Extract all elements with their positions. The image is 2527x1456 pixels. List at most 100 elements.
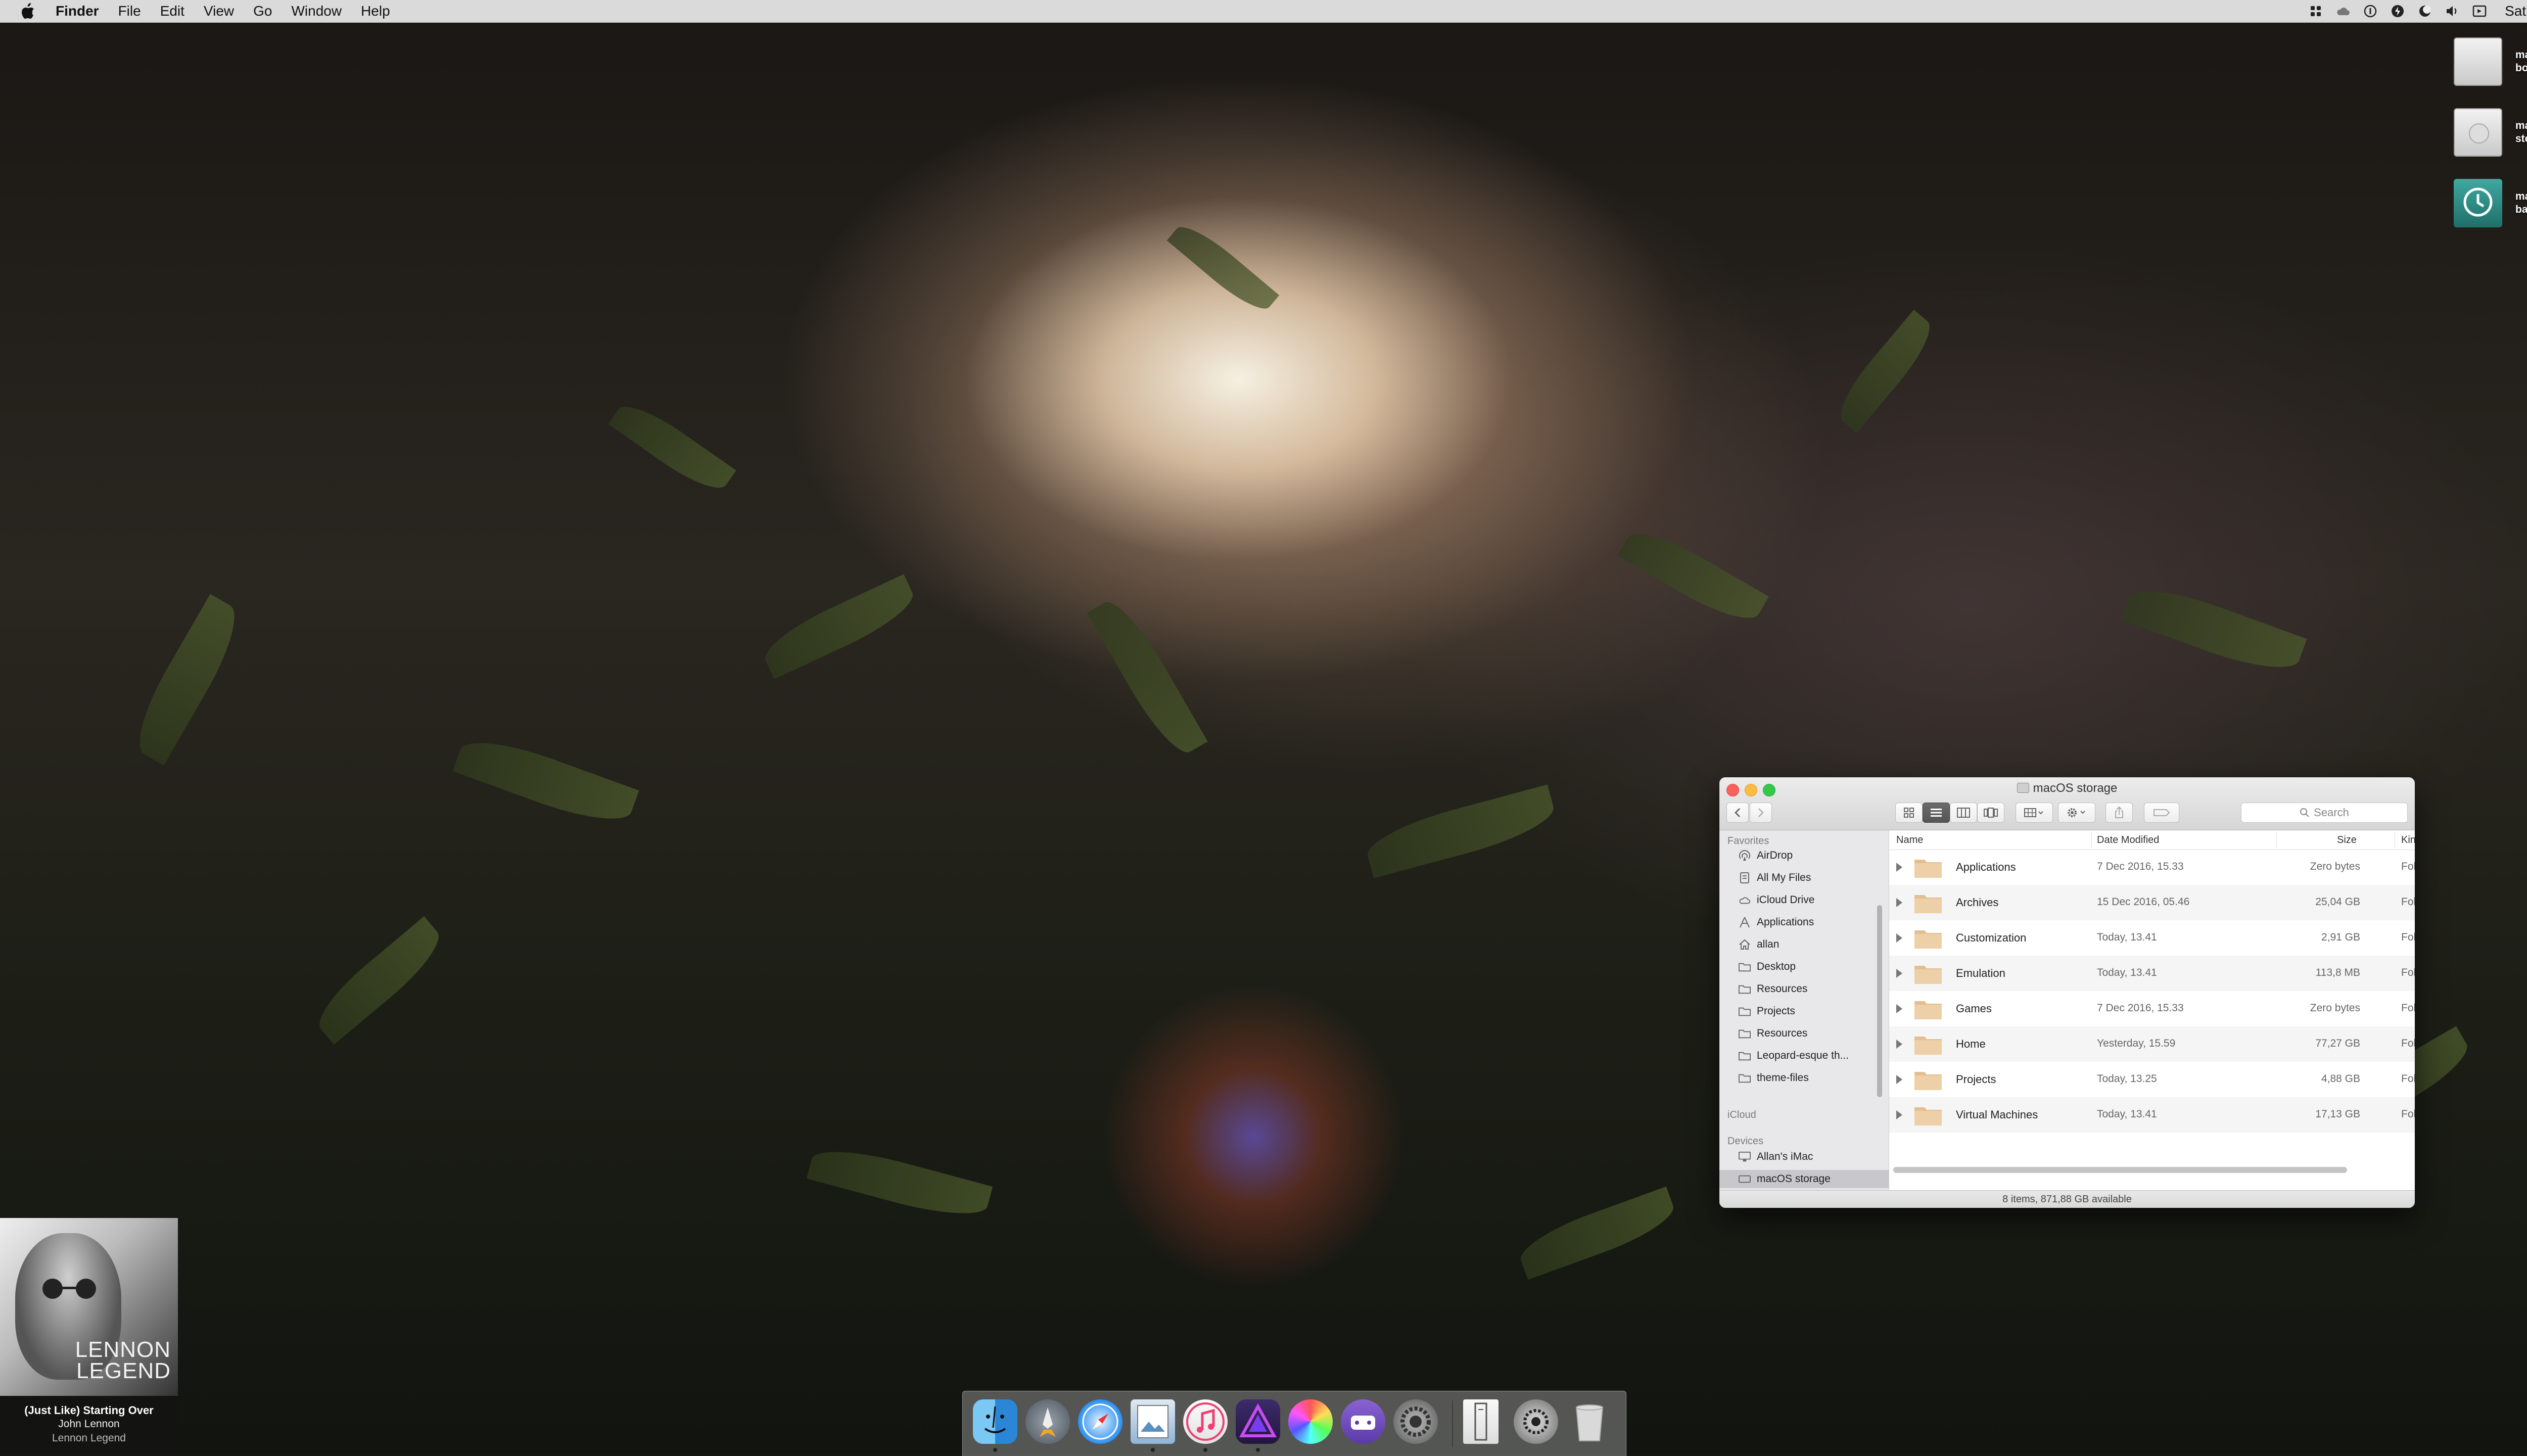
sidebar-item-applications[interactable]: Applications bbox=[1739, 913, 1880, 931]
apple-icon[interactable] bbox=[20, 3, 35, 20]
menu-view[interactable]: View bbox=[204, 3, 234, 19]
disclosure-triangle[interactable] bbox=[1896, 898, 1902, 907]
desktop-icon-macos-storage[interactable]: macOS storage bbox=[2454, 108, 2527, 157]
file-row-customization[interactable]: Customization Today, 13.41 2,91 GB Folde bbox=[1889, 920, 2415, 956]
file-row-projects[interactable]: Projects Today, 13.25 4,88 GB Folde bbox=[1889, 1062, 2415, 1097]
column-divider[interactable] bbox=[2091, 832, 2092, 848]
column-kind[interactable]: Kind bbox=[2401, 834, 2415, 846]
sidebar-item-resources[interactable]: Resources bbox=[1739, 980, 1880, 998]
volume-icon[interactable] bbox=[2445, 4, 2459, 18]
list-view-button[interactable] bbox=[1923, 803, 1950, 823]
file-list: Name Date Modified Size Kind Application… bbox=[1889, 830, 2415, 1190]
coverflow-view-button[interactable] bbox=[1977, 803, 2004, 823]
color-picker-icon[interactable] bbox=[1288, 1399, 1333, 1444]
sidebar-item-desktop[interactable]: Desktop bbox=[1739, 958, 1880, 976]
sidebar-item-airdrop[interactable]: AirDrop bbox=[1739, 847, 1880, 865]
preview-icon[interactable] bbox=[1131, 1399, 1175, 1444]
bolt-icon[interactable] bbox=[2391, 4, 2405, 18]
sidebar-item-all-my-files[interactable]: All My Files bbox=[1739, 869, 1880, 887]
column-view-button[interactable] bbox=[1950, 803, 1977, 823]
sidebar-item-macos-storage[interactable]: macOS storage bbox=[1719, 1170, 1889, 1188]
disclosure-triangle[interactable] bbox=[1896, 1075, 1902, 1084]
list-view-icon bbox=[1931, 809, 1942, 817]
launchpad-icon[interactable] bbox=[1025, 1399, 1070, 1444]
sidebar-item-resources-2[interactable]: Resources bbox=[1739, 1024, 1880, 1043]
sidebar-item-label: Leopard-esque th... bbox=[1757, 1050, 1849, 1061]
share-button[interactable] bbox=[2105, 803, 2133, 823]
tags-button[interactable] bbox=[2144, 803, 2179, 823]
disclosure-triangle[interactable] bbox=[1896, 1004, 1902, 1013]
search-field[interactable]: Search bbox=[2241, 803, 2408, 823]
horizontal-scrollbar[interactable] bbox=[1893, 1167, 2347, 1173]
file-row-applications[interactable]: Applications 7 Dec 2016, 15.33 Zero byte… bbox=[1889, 850, 2415, 885]
sidebar-item-theme-files[interactable]: theme-files bbox=[1739, 1069, 1880, 1087]
column-divider[interactable] bbox=[2276, 832, 2277, 848]
applications-icon bbox=[1739, 916, 1751, 928]
sidebar-section-icloud[interactable]: iCloud bbox=[1727, 1109, 1756, 1121]
file-kind: Folde bbox=[2401, 1002, 2415, 1014]
column-size[interactable]: Size bbox=[2337, 834, 2357, 846]
sidebar-item-label: macOS storage bbox=[1757, 1173, 1831, 1185]
sidebar-item-projects[interactable]: Projects bbox=[1739, 1002, 1880, 1020]
game-icon[interactable] bbox=[1341, 1399, 1385, 1444]
menu-finder[interactable]: Finder bbox=[56, 3, 99, 19]
file-name: Applications bbox=[1956, 861, 2016, 873]
column-name[interactable]: Name bbox=[1896, 834, 1923, 846]
disclosure-triangle[interactable] bbox=[1896, 969, 1902, 978]
folder-icon bbox=[1914, 1072, 1942, 1090]
menu-help[interactable]: Help bbox=[361, 3, 390, 19]
cloud-icon[interactable] bbox=[2336, 4, 2350, 18]
sidebar-item-label: Desktop bbox=[1757, 961, 1796, 972]
folder-icon bbox=[1739, 1072, 1751, 1084]
action-button[interactable] bbox=[2058, 803, 2095, 823]
file-row-games[interactable]: Games 7 Dec 2016, 15.33 Zero bytes Folde bbox=[1889, 991, 2415, 1026]
disclosure-triangle[interactable] bbox=[1896, 933, 1902, 943]
utility-icon[interactable] bbox=[1514, 1399, 1558, 1444]
sidebar-item-allan[interactable]: allan bbox=[1739, 935, 1880, 954]
imac-icon bbox=[1739, 1151, 1751, 1163]
sidebar-scrollbar[interactable] bbox=[1877, 905, 1882, 1097]
file-row-virtual-machines[interactable]: Virtual Machines Today, 13.41 17,13 GB F… bbox=[1889, 1097, 2415, 1133]
system-preferences-icon[interactable] bbox=[1393, 1399, 1438, 1444]
sidebar-item-allans-imac[interactable]: Allan's iMac bbox=[1739, 1148, 1880, 1166]
safari-icon[interactable] bbox=[1078, 1399, 1122, 1444]
file-size: 2,91 GB bbox=[2321, 931, 2360, 943]
moon-icon[interactable] bbox=[2418, 4, 2432, 18]
forward-button[interactable] bbox=[1750, 803, 1772, 823]
finder-titlebar[interactable]: macOS storage Search bbox=[1719, 777, 2415, 830]
file-row-archives[interactable]: Archives 15 Dec 2016, 05.46 25,04 GB Fol… bbox=[1889, 885, 2415, 920]
affinity-photo-icon[interactable] bbox=[1236, 1399, 1280, 1444]
menu-file[interactable]: File bbox=[118, 3, 141, 19]
chevron-right-icon bbox=[1758, 808, 1764, 817]
disclosure-triangle[interactable] bbox=[1896, 863, 1902, 872]
document-icon[interactable] bbox=[1463, 1399, 1499, 1444]
menu-edit[interactable]: Edit bbox=[160, 3, 184, 19]
now-playing-widget[interactable]: LENNON LEGEND (Just Like) Starting Over … bbox=[0, 1218, 178, 1455]
menu-clock[interactable]: Sat 13.52 bbox=[2505, 3, 2527, 19]
folder-icon bbox=[1739, 1050, 1751, 1062]
finder-sidebar: Favorites AirDrop All My Files iCloud Dr… bbox=[1719, 830, 1889, 1190]
file-row-emulation[interactable]: Emulation Today, 13.41 113,8 MB Folde bbox=[1889, 956, 2415, 991]
disclosure-triangle[interactable] bbox=[1896, 1040, 1902, 1049]
menu-go[interactable]: Go bbox=[253, 3, 272, 19]
search-placeholder: Search bbox=[2314, 806, 2349, 819]
grid-icon[interactable] bbox=[2309, 4, 2323, 18]
menu-window[interactable]: Window bbox=[291, 3, 342, 19]
sidebar-item-leopard-esque[interactable]: Leopard-esque th... bbox=[1739, 1047, 1880, 1065]
info-icon[interactable] bbox=[2363, 4, 2377, 18]
arrange-button[interactable] bbox=[2016, 803, 2053, 823]
track-album: Lennon Legend bbox=[52, 1432, 126, 1444]
sidebar-item-icloud-drive[interactable]: iCloud Drive bbox=[1739, 891, 1880, 909]
finder-icon[interactable] bbox=[973, 1399, 1017, 1444]
desktop-icon-macos-backup[interactable]: macOS backup bbox=[2454, 179, 2527, 227]
trash-icon[interactable] bbox=[1567, 1399, 1612, 1444]
display-icon[interactable] bbox=[2472, 4, 2487, 18]
file-row-home[interactable]: Home Yesterday, 15.59 77,27 GB Folde bbox=[1889, 1026, 2415, 1062]
desktop-icon-macos-boot[interactable]: macOS boot bbox=[2454, 37, 2527, 86]
itunes-icon[interactable] bbox=[1183, 1399, 1228, 1444]
column-date-modified[interactable]: Date Modified bbox=[2097, 834, 2159, 846]
disclosure-triangle[interactable] bbox=[1896, 1110, 1902, 1119]
back-button[interactable] bbox=[1726, 803, 1749, 823]
file-kind: Folde bbox=[2401, 861, 2415, 872]
icon-view-button[interactable] bbox=[1895, 803, 1923, 823]
